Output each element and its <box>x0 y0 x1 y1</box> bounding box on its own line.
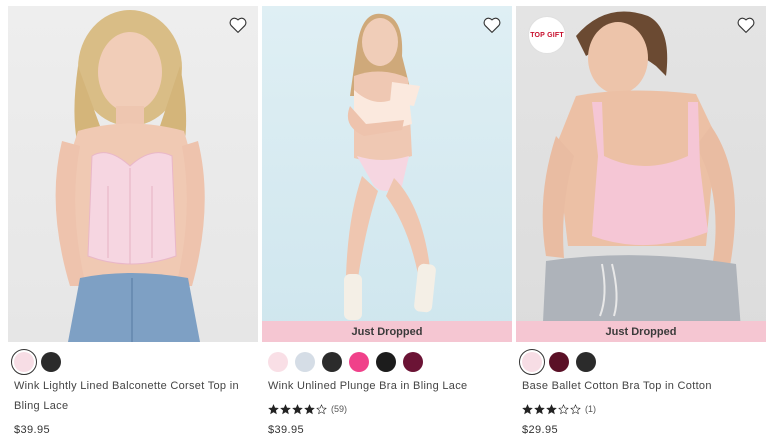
product-price: $39.95 <box>268 424 305 436</box>
color-swatch[interactable] <box>376 352 396 372</box>
color-swatch[interactable] <box>322 352 342 372</box>
just-dropped-banner: Just Dropped <box>516 321 766 342</box>
color-swatches <box>268 351 423 373</box>
star-filled-icon <box>304 403 315 414</box>
favorite-button[interactable] <box>736 16 756 34</box>
review-count: (59) <box>331 404 348 414</box>
product-grid: Wink Lightly Lined Balconette Corset Top… <box>8 6 768 447</box>
star-filled-icon <box>280 403 291 414</box>
product-rating[interactable]: (1) <box>522 402 596 416</box>
color-swatch[interactable] <box>519 349 545 375</box>
heart-outline-icon <box>483 17 501 33</box>
product-price: $29.95 <box>522 424 559 436</box>
top-gift-badge: TOP GIFT <box>528 16 566 54</box>
product-name[interactable]: Base Ballet Cotton Bra Top in Cotton <box>522 377 758 397</box>
star-filled-icon <box>292 403 303 414</box>
model-illustration <box>55 10 205 342</box>
just-dropped-banner: Just Dropped <box>262 321 512 342</box>
product-image[interactable]: Just Dropped <box>262 6 512 342</box>
color-swatch[interactable] <box>349 352 369 372</box>
star-filled-icon <box>522 403 533 414</box>
product-card[interactable]: Just Dropped Wink Unlined Plunge Bra in … <box>262 6 512 447</box>
color-swatch[interactable] <box>576 352 596 372</box>
review-count: (1) <box>585 404 596 414</box>
product-card[interactable]: Wink Lightly Lined Balconette Corset Top… <box>8 6 258 447</box>
product-rating[interactable]: (59) <box>268 402 347 416</box>
star-empty-icon <box>558 403 569 414</box>
star-filled-icon <box>268 403 279 414</box>
rating-stars <box>268 403 327 415</box>
product-card[interactable]: TOP GIFT Just Dropped Base Ballet Cotton… <box>516 6 766 447</box>
color-swatch[interactable] <box>403 352 423 372</box>
color-swatch[interactable] <box>11 349 37 375</box>
product-image[interactable] <box>8 6 258 342</box>
model-illustration <box>542 11 742 342</box>
star-empty-icon <box>570 403 581 414</box>
product-name[interactable]: Wink Lightly Lined Balconette Corset Top… <box>14 377 250 416</box>
favorite-button[interactable] <box>228 16 248 34</box>
star-filled-icon <box>534 403 545 414</box>
product-price: $39.95 <box>14 424 51 436</box>
heart-outline-icon <box>737 17 755 33</box>
model-illustration <box>344 13 436 320</box>
color-swatch[interactable] <box>295 352 315 372</box>
star-empty-icon <box>316 403 327 414</box>
product-image[interactable]: TOP GIFT Just Dropped <box>516 6 766 342</box>
color-swatches <box>11 349 61 375</box>
star-filled-icon <box>546 403 557 414</box>
color-swatches <box>519 349 596 375</box>
favorite-button[interactable] <box>482 16 502 34</box>
color-swatch[interactable] <box>549 352 569 372</box>
rating-stars <box>522 403 581 415</box>
heart-outline-icon <box>229 17 247 33</box>
color-swatch[interactable] <box>268 352 288 372</box>
color-swatch[interactable] <box>41 352 61 372</box>
product-name[interactable]: Wink Unlined Plunge Bra in Bling Lace <box>268 377 504 397</box>
